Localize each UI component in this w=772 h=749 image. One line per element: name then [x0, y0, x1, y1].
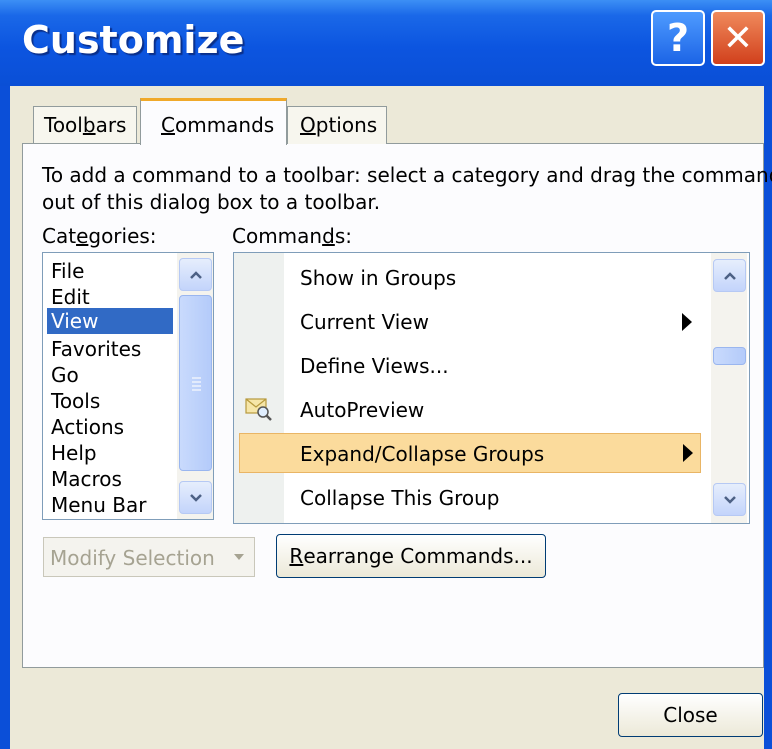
list-item[interactable]: Help — [51, 440, 97, 466]
instruction-line-2: out of this dialog box to a toolbar. — [42, 190, 381, 214]
help-icon: ? — [666, 16, 690, 60]
list-item[interactable]: Edit — [51, 284, 90, 310]
command-item[interactable]: Show in Groups — [284, 258, 700, 298]
categories-label: Categories: — [42, 224, 157, 248]
help-button[interactable]: ? — [651, 10, 705, 66]
categories-listbox[interactable]: File Edit View Favorites Go Tools Action… — [42, 252, 214, 520]
instruction-line-1: To add a command to a toolbar: select a … — [42, 163, 772, 187]
list-item[interactable]: Favorites — [51, 336, 141, 362]
chevron-up-icon — [723, 271, 736, 280]
window-title: Customize — [22, 18, 245, 62]
commands-scrollbar[interactable] — [711, 253, 747, 523]
chevron-up-icon — [189, 270, 202, 279]
tab-commands[interactable]: Commands — [140, 98, 287, 145]
list-item[interactable]: Go — [51, 362, 79, 388]
grip-icon — [192, 377, 201, 391]
command-item[interactable]: Current View — [284, 302, 700, 342]
command-item[interactable]: Collapse This Group — [284, 478, 700, 518]
close-window-button[interactable]: ✕ — [711, 10, 765, 66]
scroll-up-button[interactable] — [713, 259, 746, 292]
list-item[interactable]: Macros — [51, 466, 122, 492]
scroll-down-button[interactable] — [179, 481, 212, 514]
chevron-down-icon — [189, 493, 202, 502]
rearrange-commands-button[interactable]: Rearrange Commands... — [276, 534, 546, 578]
list-item-selected[interactable]: View — [47, 308, 173, 334]
commands-listbox[interactable]: Show in Groups Current View Define Views… — [233, 252, 750, 524]
scroll-down-button[interactable] — [713, 483, 746, 516]
icon-gutter — [234, 253, 284, 523]
command-item[interactable]: AutoPreview — [284, 390, 700, 430]
list-item[interactable]: File — [51, 258, 84, 284]
tab-toolbars[interactable]: Toolbars — [33, 106, 137, 144]
title-bar[interactable]: Customize ? ✕ — [0, 0, 772, 86]
scroll-thumb[interactable] — [179, 295, 212, 471]
customize-window: Customize ? ✕ Toolbars Commands Options … — [0, 0, 772, 749]
close-icon: ✕ — [722, 17, 754, 59]
modify-selection-dropdown[interactable]: Modify Selection — [43, 537, 255, 577]
chevron-down-icon — [723, 495, 736, 504]
scroll-thumb[interactable] — [713, 347, 746, 365]
list-item[interactable]: Actions — [51, 414, 124, 440]
dropdown-arrow-icon — [234, 554, 244, 560]
commands-label: Commands: — [232, 224, 352, 248]
list-item[interactable]: Tools — [51, 388, 100, 414]
submenu-arrow-icon — [682, 313, 692, 331]
categories-scrollbar[interactable] — [177, 253, 213, 519]
command-item[interactable]: Define Views... — [284, 346, 700, 386]
command-item-highlighted[interactable]: Expand/Collapse Groups — [239, 433, 701, 473]
submenu-arrow-icon — [683, 444, 693, 462]
tab-options[interactable]: Options — [287, 106, 387, 144]
close-button[interactable]: Close — [618, 693, 763, 737]
scroll-up-button[interactable] — [179, 258, 212, 291]
envelope-magnifier-icon — [245, 398, 272, 421]
list-item[interactable]: Menu Bar — [51, 492, 146, 518]
